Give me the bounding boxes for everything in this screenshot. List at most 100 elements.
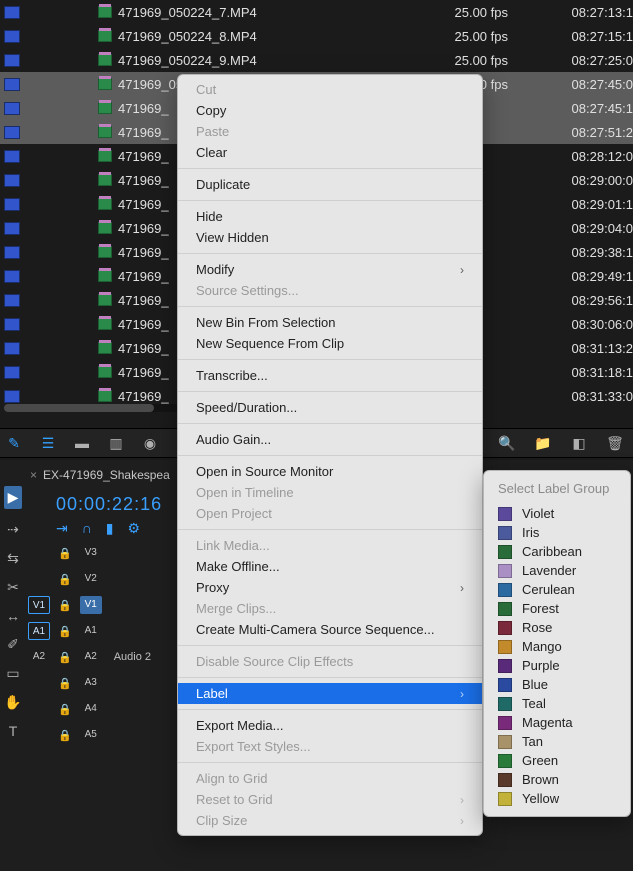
menu-item[interactable]: Make Offline... <box>178 556 482 577</box>
label-option[interactable]: Iris <box>484 523 630 542</box>
track-a5[interactable]: 🔒A5 <box>28 722 151 748</box>
track-a2[interactable]: A2🔒A2Audio 2 <box>28 644 151 670</box>
label-option[interactable]: Brown <box>484 770 630 789</box>
label-option[interactable]: Mango <box>484 637 630 656</box>
track-a4[interactable]: 🔒A4 <box>28 696 151 722</box>
menu-item[interactable]: Clear <box>178 142 482 163</box>
label-chip[interactable] <box>4 198 20 211</box>
label-option[interactable]: Green <box>484 751 630 770</box>
playhead-timecode[interactable]: 00:00:22:16 <box>56 494 162 515</box>
menu-item[interactable]: Duplicate <box>178 174 482 195</box>
pen-tool-icon[interactable]: ✐ <box>7 636 19 653</box>
menu-item[interactable]: Audio Gain... <box>178 429 482 450</box>
slip-tool-icon[interactable]: ↔ <box>6 608 20 624</box>
menu-separator <box>178 168 482 169</box>
label-chip[interactable] <box>4 222 20 235</box>
ripple-tool-icon[interactable]: ⇆ <box>7 550 19 567</box>
label-option[interactable]: Tan <box>484 732 630 751</box>
clip-row[interactable]: 471969_050224_7.MP425.00 fps08:27:13:1 <box>0 0 633 24</box>
label-chip[interactable] <box>4 366 20 379</box>
snap-icon[interactable]: ⇥ <box>56 520 68 537</box>
label-option[interactable]: Purple <box>484 656 630 675</box>
rectangle-tool-icon[interactable]: ▭ <box>6 665 19 682</box>
label-option[interactable]: Blue <box>484 675 630 694</box>
label-submenu[interactable]: Select Label Group VioletIrisCaribbeanLa… <box>483 470 631 817</box>
trash-icon[interactable]: 🗑 <box>607 435 623 451</box>
label-chip[interactable] <box>4 270 20 283</box>
card-view-icon[interactable]: ▬ <box>74 435 90 451</box>
label-option[interactable]: Violet <box>484 504 630 523</box>
zoom-slider-dot-icon[interactable]: ◉ <box>142 435 158 451</box>
marker-icon[interactable]: ▮ <box>106 520 114 537</box>
lock-icon[interactable]: 🔒 <box>58 703 72 716</box>
lock-icon[interactable]: 🔒 <box>58 573 72 586</box>
label-chip[interactable] <box>4 126 20 139</box>
menu-item[interactable]: Modify› <box>178 259 482 280</box>
hand-tool-icon[interactable]: ✋ <box>4 694 21 711</box>
razor-tool-icon[interactable]: ✂ <box>7 579 19 596</box>
scrollbar-thumb[interactable] <box>4 404 154 412</box>
menu-item[interactable]: Export Media... <box>178 715 482 736</box>
label-chip[interactable] <box>4 54 20 67</box>
tab-close-icon[interactable]: × <box>30 468 37 482</box>
freeform-view-icon[interactable]: ▥ <box>108 435 124 451</box>
label-option[interactable]: Lavender <box>484 561 630 580</box>
menu-item[interactable]: Label› <box>178 683 482 704</box>
new-bin-icon[interactable]: 📁 <box>535 435 551 451</box>
label-chip[interactable] <box>4 150 20 163</box>
lock-icon[interactable]: 🔒 <box>58 625 72 638</box>
lock-icon[interactable]: 🔒 <box>58 677 72 690</box>
menu-item[interactable]: Copy <box>178 100 482 121</box>
pencil-icon[interactable]: ✎ <box>6 435 22 451</box>
menu-item: Source Settings... <box>178 280 482 301</box>
track-v2[interactable]: 🔒V2 <box>28 566 151 592</box>
clip-row[interactable]: 471969_050224_8.MP425.00 fps08:27:15:1 <box>0 24 633 48</box>
menu-item[interactable]: New Bin From Selection <box>178 312 482 333</box>
new-item-icon[interactable]: ◧ <box>571 435 587 451</box>
track-v3[interactable]: 🔒V3 <box>28 540 151 566</box>
label-chip[interactable] <box>4 246 20 259</box>
lock-icon[interactable]: 🔒 <box>58 651 72 664</box>
menu-item-label: Merge Clips... <box>196 601 276 616</box>
menu-item[interactable]: Transcribe... <box>178 365 482 386</box>
label-option[interactable]: Rose <box>484 618 630 637</box>
track-v1[interactable]: V1🔒V1 <box>28 592 151 618</box>
selection-tool-icon[interactable]: ▶ <box>4 486 23 509</box>
menu-item[interactable]: View Hidden <box>178 227 482 248</box>
label-option[interactable]: Yellow <box>484 789 630 808</box>
track-a1[interactable]: A1🔒A1 <box>28 618 151 644</box>
settings-icon[interactable]: ⚙ <box>128 520 141 537</box>
list-view-icon[interactable]: ☰ <box>40 435 56 451</box>
linked-selection-icon[interactable]: ∩ <box>82 520 92 537</box>
type-tool-icon[interactable]: T <box>9 723 18 739</box>
menu-item[interactable]: New Sequence From Clip <box>178 333 482 354</box>
label-chip[interactable] <box>4 294 20 307</box>
context-menu[interactable]: CutCopyPasteClearDuplicateHideView Hidde… <box>177 74 483 836</box>
label-chip[interactable] <box>4 318 20 331</box>
label-chip[interactable] <box>4 30 20 43</box>
menu-item[interactable]: Proxy› <box>178 577 482 598</box>
label-option[interactable]: Forest <box>484 599 630 618</box>
menu-item[interactable]: Create Multi-Camera Source Sequence... <box>178 619 482 640</box>
label-option[interactable]: Teal <box>484 694 630 713</box>
menu-item[interactable]: Hide <box>178 206 482 227</box>
sequence-tab[interactable]: × EX-471969_Shakespea <box>30 468 170 482</box>
label-chip[interactable] <box>4 78 20 91</box>
lock-icon[interactable]: 🔒 <box>58 599 72 612</box>
label-chip[interactable] <box>4 390 20 403</box>
label-option[interactable]: Caribbean <box>484 542 630 561</box>
label-chip[interactable] <box>4 102 20 115</box>
clip-row[interactable]: 471969_050224_9.MP425.00 fps08:27:25:0 <box>0 48 633 72</box>
search-icon[interactable]: 🔍 <box>499 435 515 451</box>
label-chip[interactable] <box>4 342 20 355</box>
lock-icon[interactable]: 🔒 <box>58 729 72 742</box>
menu-item[interactable]: Speed/Duration... <box>178 397 482 418</box>
track-a3[interactable]: 🔒A3 <box>28 670 151 696</box>
menu-item[interactable]: Open in Source Monitor <box>178 461 482 482</box>
track-select-tool-icon[interactable]: ⇢ <box>7 521 19 538</box>
lock-icon[interactable]: 🔒 <box>58 547 72 560</box>
label-chip[interactable] <box>4 174 20 187</box>
label-chip[interactable] <box>4 6 20 19</box>
label-option[interactable]: Magenta <box>484 713 630 732</box>
label-option[interactable]: Cerulean <box>484 580 630 599</box>
